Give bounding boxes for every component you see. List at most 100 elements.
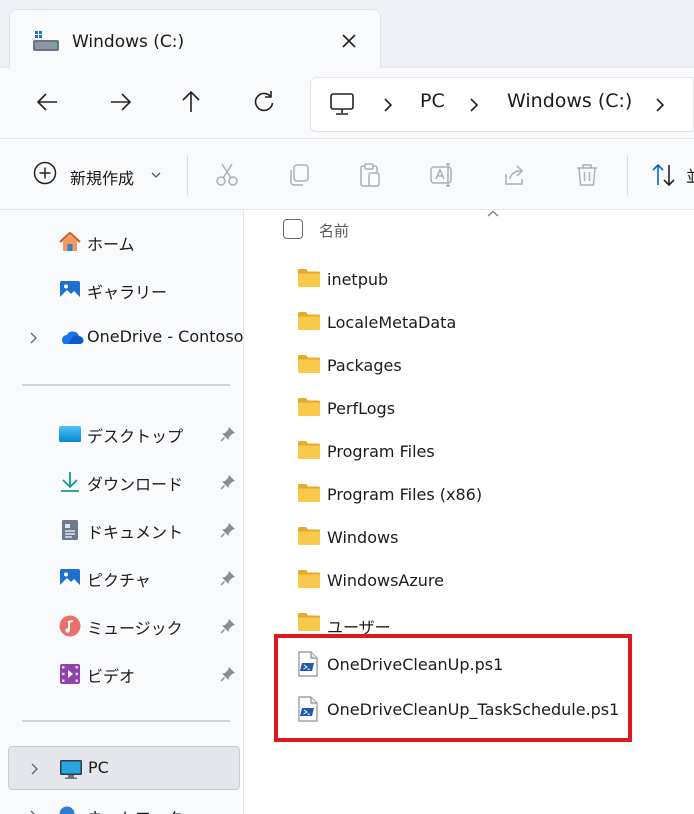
sidebar-item-label: ギャラリー [87, 283, 168, 302]
folder-icon [297, 612, 321, 632]
folder-icon [297, 526, 321, 546]
file-list: 名前 inetpub LocaleMetaData Packages PerfL… [245, 210, 694, 814]
pin-icon[interactable] [220, 426, 236, 442]
sidebar-item-downloads[interactable]: ダウンロード [8, 460, 240, 504]
folder-row[interactable]: Program Files [285, 432, 675, 472]
folder-name: Program Files [327, 442, 435, 461]
tab-title: Windows (C:) [72, 32, 185, 52]
document-icon [58, 518, 82, 542]
plus-circle-icon [33, 161, 57, 185]
share-icon[interactable] [502, 162, 528, 188]
sidebar-item-label: OneDrive - Contoso [87, 327, 244, 346]
sidebar-item-pc[interactable]: PC [8, 746, 240, 790]
forward-arrow-icon[interactable] [107, 89, 133, 115]
sidebar-item-label: ピクチャ [87, 571, 151, 590]
tab-bar: Windows (C:) [0, 0, 694, 69]
pc-icon [59, 757, 83, 781]
pin-icon[interactable] [220, 570, 236, 586]
chevron-right-icon[interactable] [381, 96, 395, 114]
folder-name: PerfLogs [327, 399, 396, 418]
folder-row[interactable]: inetpub [285, 260, 675, 300]
sidebar-item-documents[interactable]: ドキュメント [8, 508, 240, 552]
sidebar-item-label: ダウンロード [87, 475, 184, 494]
folder-icon [297, 354, 321, 374]
rename-icon[interactable] [429, 162, 455, 188]
folder-name: Windows [327, 528, 399, 547]
paste-icon[interactable] [357, 162, 383, 188]
pictures-icon [58, 566, 82, 590]
chevron-right-icon[interactable] [28, 809, 40, 814]
sidebar-item-videos[interactable]: ビデオ [8, 652, 240, 696]
folder-icon [297, 569, 321, 589]
pin-icon[interactable] [220, 522, 236, 538]
folder-icon [297, 311, 321, 331]
sidebar-item-gallery[interactable]: ギャラリー [8, 268, 240, 312]
folder-row[interactable]: Windows [285, 518, 675, 558]
video-icon [58, 662, 82, 686]
sidebar-item-label: ドキュメント [87, 523, 184, 542]
up-arrow-icon[interactable] [178, 89, 204, 115]
sort-icon[interactable] [650, 162, 678, 188]
back-arrow-icon[interactable] [35, 89, 61, 115]
home-icon [58, 230, 82, 254]
address-bar[interactable]: PC Windows (C:) [310, 77, 694, 132]
navigation-pane: ホーム ギャラリー OneDrive - Contoso デスクトップ ダウンロ… [0, 210, 244, 814]
folder-icon [297, 483, 321, 503]
folder-name: LocaleMetaData [327, 313, 457, 332]
sidebar-item-label: ネットワーク [87, 805, 183, 814]
sidebar-item-label: ミュージック [87, 619, 183, 638]
tab-windows-c[interactable]: Windows (C:) [9, 9, 381, 69]
delete-icon[interactable] [574, 162, 600, 188]
folder-name: Packages [327, 356, 402, 375]
desktop-icon [58, 422, 82, 446]
sidebar-item-desktop[interactable]: デスクトップ [8, 412, 240, 456]
gallery-icon [58, 278, 82, 302]
drive-icon [33, 31, 59, 53]
folder-icon [297, 397, 321, 417]
pc-icon[interactable] [329, 91, 355, 117]
folder-row[interactable]: WindowsAzure [285, 561, 675, 601]
download-icon [58, 470, 82, 494]
new-button[interactable]: 新規作成 [30, 158, 170, 192]
sidebar-item-onedrive[interactable]: OneDrive - Contoso [8, 316, 244, 360]
folder-row[interactable]: Packages [285, 346, 675, 386]
breadcrumb-pc[interactable]: PC [420, 90, 445, 112]
folder-icon [297, 440, 321, 460]
chevron-right-icon[interactable] [29, 762, 41, 776]
folder-row[interactable]: Program Files (x86) [285, 475, 675, 515]
chevron-right-icon[interactable] [653, 96, 667, 114]
pin-icon[interactable] [220, 618, 236, 634]
sidebar-item-network[interactable]: ネットワーク [8, 794, 240, 814]
select-all-checkbox[interactable] [283, 219, 303, 239]
sort-label[interactable]: 並 [686, 163, 694, 187]
sidebar-item-music[interactable]: ミュージック [8, 604, 240, 648]
sidebar-divider [22, 720, 230, 722]
sidebar-item-pictures[interactable]: ピクチャ [8, 556, 240, 600]
breadcrumb-windows-c[interactable]: Windows (C:) [507, 90, 632, 112]
toolbar-divider [627, 155, 628, 195]
cut-icon[interactable] [214, 162, 240, 188]
folder-name: WindowsAzure [327, 571, 444, 590]
chevron-down-icon [150, 170, 162, 180]
sidebar-item-home[interactable]: ホーム [8, 220, 240, 264]
chevron-right-icon[interactable] [467, 96, 481, 114]
pin-icon[interactable] [220, 474, 236, 490]
onedrive-icon [58, 326, 84, 350]
toolbar-divider [187, 155, 188, 195]
column-header: 名前 [283, 219, 583, 243]
pin-icon[interactable] [220, 666, 236, 682]
navigation-bar: PC Windows (C:) [0, 69, 694, 139]
command-toolbar: 新規作成 並 [0, 140, 694, 210]
refresh-icon[interactable] [251, 89, 277, 115]
folder-name: Program Files (x86) [327, 485, 483, 504]
folder-row[interactable]: PerfLogs [285, 389, 675, 429]
close-icon[interactable] [338, 30, 360, 52]
sidebar-divider [22, 384, 230, 386]
column-header-name[interactable]: 名前 [319, 220, 349, 241]
sidebar-item-label: デスクトップ [87, 427, 184, 446]
chevron-right-icon[interactable] [28, 331, 40, 345]
copy-icon[interactable] [286, 162, 312, 188]
highlight-box [274, 634, 632, 742]
folder-row[interactable]: LocaleMetaData [285, 303, 675, 343]
sidebar-item-label: ビデオ [87, 667, 136, 686]
